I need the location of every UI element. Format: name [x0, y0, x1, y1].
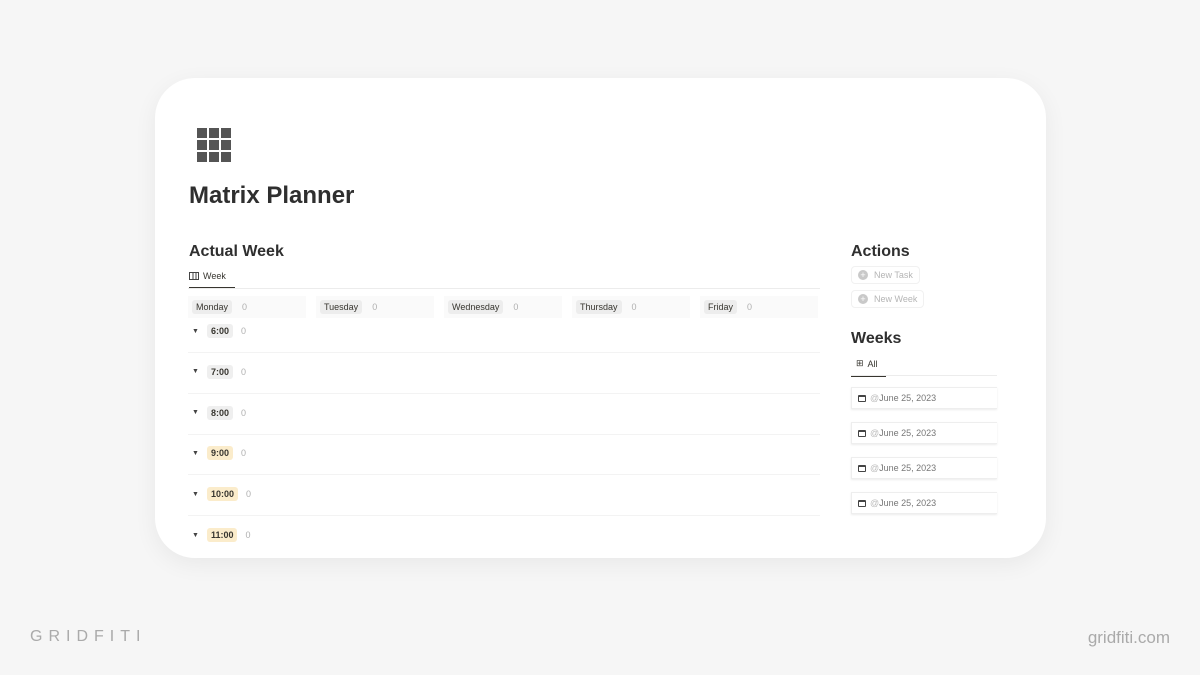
caret-down-icon[interactable]: ▼: [192, 532, 199, 539]
mention-prefix: @: [870, 393, 880, 403]
calendar-icon: [858, 499, 866, 507]
time-label: 11:00: [206, 528, 238, 542]
calendar-icon: [858, 429, 866, 437]
time-count: 0: [240, 366, 246, 377]
time-count: 0: [245, 489, 251, 500]
week-date: June 25, 2023: [879, 428, 937, 438]
time-group[interactable]: ▼ 6:00 0: [192, 324, 246, 338]
page-title: Matrix Planner: [189, 182, 355, 209]
time-label: 8:00: [206, 405, 233, 420]
day-column-header[interactable]: Thursday 0: [572, 296, 690, 318]
tab-label: All: [867, 358, 878, 369]
day-count: 0: [631, 302, 637, 312]
new-task-button[interactable]: + New Task: [851, 266, 920, 284]
time-group[interactable]: ▼ 11:00 0: [192, 528, 250, 542]
mention-prefix: @: [870, 428, 880, 438]
week-card[interactable]: @ June 25, 2023: [851, 422, 997, 444]
time-group[interactable]: ▼ 7:00 0: [192, 364, 246, 379]
caret-down-icon[interactable]: ▼: [192, 450, 199, 457]
day-label: Wednesday: [448, 300, 504, 314]
week-card[interactable]: @ June 25, 2023: [851, 387, 997, 409]
week-card[interactable]: @ June 25, 2023: [851, 492, 997, 514]
plus-icon: +: [858, 270, 868, 280]
time-label: 10:00: [206, 487, 238, 502]
day-count: 0: [513, 302, 519, 312]
day-count: 0: [747, 302, 753, 312]
calendar-icon: [858, 464, 866, 472]
caret-down-icon[interactable]: ▼: [192, 491, 199, 498]
day-count: 0: [372, 302, 378, 312]
row-divider: [188, 474, 820, 476]
time-label: 9:00: [206, 446, 233, 461]
day-label: Friday: [704, 300, 738, 314]
tab-label: Week: [203, 271, 226, 281]
actions-heading: Actions: [851, 243, 910, 260]
day-column-header[interactable]: Tuesday 0: [316, 296, 434, 318]
tab-week[interactable]: Week: [189, 271, 235, 289]
day-label: Tuesday: [320, 300, 363, 314]
caret-down-icon[interactable]: ▼: [192, 409, 199, 416]
grid-icon: [197, 128, 231, 162]
row-divider: [188, 352, 820, 353]
time-group[interactable]: ▼ 8:00 0: [192, 405, 246, 420]
caret-down-icon[interactable]: ▼: [192, 328, 199, 335]
caret-down-icon[interactable]: ▼: [192, 368, 199, 375]
day-column-header[interactable]: Friday 0: [700, 296, 818, 318]
button-label: New Week: [874, 294, 918, 304]
time-label: 7:00: [206, 364, 233, 379]
brand-url: gridfiti.com: [1087, 628, 1170, 647]
calendar-icon: [858, 394, 866, 402]
gallery-icon: ⊞: [856, 358, 864, 368]
week-date: June 25, 2023: [879, 498, 937, 508]
button-label: New Task: [874, 270, 913, 280]
day-column-header[interactable]: Monday 0: [188, 296, 306, 318]
weeks-heading: Weeks: [851, 330, 902, 347]
page-card: [155, 78, 1046, 558]
board-icon: [189, 272, 199, 280]
mention-prefix: @: [870, 463, 880, 473]
time-count: 0: [240, 448, 246, 459]
time-count: 0: [240, 326, 246, 336]
mention-prefix: @: [870, 498, 880, 508]
time-count: 0: [245, 530, 251, 540]
day-label: Thursday: [576, 300, 622, 314]
row-divider: [188, 433, 820, 435]
brand-logo: GRIDFITI: [30, 628, 147, 645]
divider: [851, 375, 997, 376]
plus-icon: +: [858, 294, 868, 304]
actual-week-heading: Actual Week: [189, 243, 284, 260]
day-column-header[interactable]: Wednesday 0: [444, 296, 562, 318]
new-week-button[interactable]: + New Week: [851, 290, 925, 308]
row-divider: [188, 392, 820, 394]
time-count: 0: [240, 407, 246, 418]
time-label: 6:00: [206, 324, 233, 338]
divider: [188, 288, 820, 289]
time-group[interactable]: ▼ 10:00 0: [192, 487, 251, 502]
day-label: Monday: [192, 300, 233, 314]
week-date: June 25, 2023: [879, 463, 937, 473]
time-group[interactable]: ▼ 9:00 0: [192, 446, 246, 461]
week-date: June 25, 2023: [879, 393, 937, 403]
row-divider: [188, 515, 820, 517]
day-count: 0: [242, 302, 248, 312]
week-card[interactable]: @ June 25, 2023: [851, 457, 997, 479]
